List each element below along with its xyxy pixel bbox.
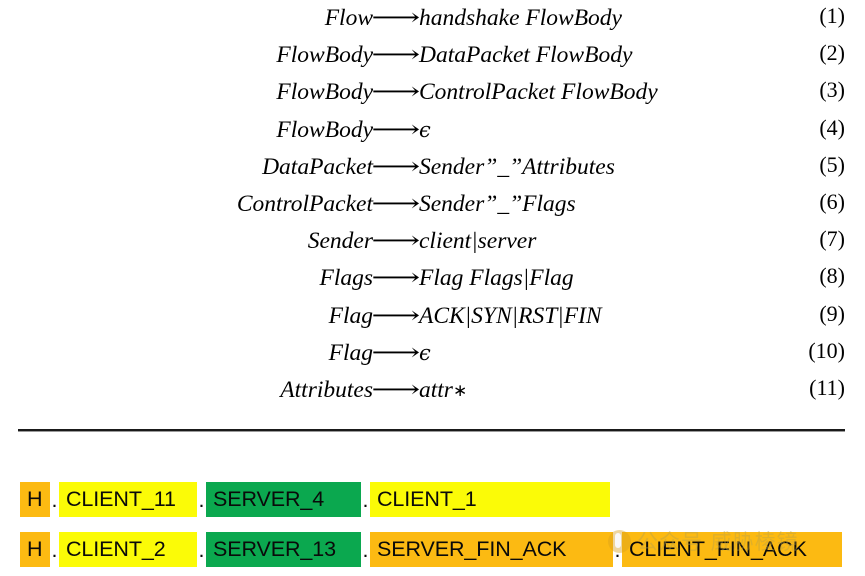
rule-rhs: attr∗ <box>419 377 865 404</box>
sequence-token: CLIENT_11 <box>59 482 197 517</box>
arrow-glyph: ⟶ <box>371 40 421 69</box>
token-sequence-row: H. CLIENT_2. SERVER_13. SERVER_FIN_ACK. CLIE… <box>20 532 842 567</box>
production-rule: Attributes ⟶ attr∗ (11) <box>0 375 865 412</box>
token-separator: . <box>361 482 370 517</box>
token-separator: . <box>613 532 622 567</box>
equation-number: (11) <box>809 374 845 400</box>
horizontal-separator-rule <box>18 429 845 432</box>
rule-rhs: ϵ <box>419 117 865 144</box>
rule-rhs: Flag Flags|Flag <box>419 265 865 292</box>
rule-arrow-icon: ⟶ <box>371 263 421 292</box>
rule-rhs: ACK|SYN|RST|FIN <box>419 303 865 330</box>
arrow-glyph: ⟶ <box>371 77 421 106</box>
rule-rhs: Sender”_”Flags <box>419 191 865 218</box>
grammar-production-rules: Flow ⟶ handshake FlowBody (1) FlowBody ⟶ DataP… <box>0 0 865 412</box>
equation-number: (4) <box>819 114 845 140</box>
equation-number: (2) <box>819 40 845 66</box>
rule-lhs: ControlPacket <box>236 190 373 217</box>
production-rule: ControlPacket ⟶ Sender”_”Flags (6) <box>0 189 865 226</box>
rule-rhs-text: DataPacket FlowBody <box>419 42 633 69</box>
production-rule: FlowBody ⟶ ϵ (4) <box>0 115 865 152</box>
rule-arrow-icon: ⟶ <box>371 40 421 69</box>
production-rule: Flow ⟶ handshake FlowBody (1) <box>0 3 865 40</box>
rule-rhs-text: ϵ <box>419 340 431 365</box>
arrow-glyph: ⟶ <box>371 300 421 329</box>
rule-arrow-icon: ⟶ <box>371 114 421 144</box>
token-separator: . <box>197 482 206 517</box>
rule-arrow-icon: ⟶ <box>371 151 421 181</box>
production-rule: Sender ⟶ client|server (7) <box>0 226 865 263</box>
equation-number: (6) <box>819 188 845 214</box>
production-rule: FlowBody ⟶ ControlPacket FlowBody (3) <box>0 77 865 114</box>
sequence-token: SERVER_FIN_ACK <box>370 532 613 567</box>
rule-rhs: client|server <box>419 228 865 255</box>
production-rule: DataPacket ⟶ Sender”_”Attributes (5) <box>0 152 865 189</box>
rule-rhs-text: ϵ <box>419 117 431 142</box>
arrow-glyph: ⟶ <box>371 374 421 403</box>
rule-lhs: Sender <box>307 228 373 255</box>
production-rule: FlowBody ⟶ DataPacket FlowBody (2) <box>0 40 865 77</box>
arrow-glyph: ⟶ <box>371 188 421 217</box>
sequence-token: SERVER_4 <box>206 482 361 517</box>
rule-rhs: ϵ <box>419 340 865 367</box>
sequence-token: H <box>20 482 50 517</box>
rule-lhs: FlowBody <box>276 42 373 69</box>
equation-number: (7) <box>819 226 845 252</box>
rule-arrow-icon: ⟶ <box>371 300 421 330</box>
rule-lhs: FlowBody <box>276 116 373 143</box>
rule-rhs: Sender”_”Attributes <box>419 154 865 181</box>
token-separator: . <box>361 532 370 567</box>
equation-number: (8) <box>819 263 845 289</box>
equation-number: (5) <box>819 151 845 177</box>
rule-lhs: DataPacket <box>262 153 373 180</box>
arrow-glyph: ⟶ <box>371 3 421 31</box>
equation-number: (3) <box>819 77 845 103</box>
rule-lhs: Attributes <box>280 376 373 403</box>
rule-arrow-icon: ⟶ <box>371 77 421 106</box>
production-rule: Flag ⟶ ACK|SYN|RST|FIN (9) <box>0 301 865 338</box>
rule-arrow-icon: ⟶ <box>371 226 421 255</box>
rule-rhs-text: attr <box>419 376 453 403</box>
rule-rhs: DataPacket FlowBody <box>419 42 865 69</box>
rule-rhs-text: Sender”_”Attributes <box>419 153 615 180</box>
rule-rhs-text: client|server <box>419 228 537 255</box>
sequence-token: CLIENT_FIN_ACK <box>622 532 842 567</box>
token-sequence-row: H. CLIENT_11. SERVER_4. CLIENT_1 <box>20 482 610 517</box>
sequence-token: CLIENT_2 <box>59 532 197 567</box>
arrow-glyph: ⟶ <box>371 114 421 143</box>
rule-lhs: FlowBody <box>276 79 373 106</box>
rule-rhs-text: handshake FlowBody <box>419 5 622 31</box>
equation-number: (10) <box>808 337 845 363</box>
production-rule: Flag ⟶ ϵ (10) <box>0 338 865 375</box>
rule-arrow-icon: ⟶ <box>371 337 421 367</box>
equation-number: (1) <box>819 3 845 28</box>
rule-arrow-icon: ⟶ <box>371 188 421 218</box>
rule-rhs-text: ControlPacket FlowBody <box>419 79 658 106</box>
token-separator: . <box>50 532 59 567</box>
sequence-token: H <box>20 532 50 567</box>
rule-rhs: ControlPacket FlowBody <box>419 79 865 106</box>
rule-lhs: Flow <box>324 5 373 31</box>
sequence-token: CLIENT_1 <box>370 482 610 517</box>
rule-rhs: handshake FlowBody <box>419 5 865 32</box>
rule-rhs-text: Flag Flags|Flag <box>419 265 574 292</box>
rule-lhs: Flag <box>328 302 373 329</box>
arrow-glyph: ⟶ <box>371 151 421 180</box>
arrow-glyph: ⟶ <box>371 226 421 255</box>
arrow-glyph: ⟶ <box>371 263 421 292</box>
rule-rhs-text: ACK|SYN|RST|FIN <box>419 302 602 329</box>
rule-arrow-icon: ⟶ <box>371 374 421 404</box>
rule-rhs-text: Sender”_”Flags <box>419 190 576 217</box>
rule-lhs: Flags <box>319 265 373 292</box>
token-separator: . <box>50 482 59 517</box>
equation-number: (9) <box>819 300 845 326</box>
rule-lhs: Flag <box>328 339 373 366</box>
kleene-star-icon: ∗ <box>452 380 468 401</box>
token-separator: . <box>197 532 206 567</box>
sequence-token: SERVER_13 <box>206 532 361 567</box>
rule-arrow-icon: ⟶ <box>371 3 421 32</box>
production-rule: Flags ⟶ Flag Flags|Flag (8) <box>0 263 865 300</box>
arrow-glyph: ⟶ <box>371 337 421 366</box>
